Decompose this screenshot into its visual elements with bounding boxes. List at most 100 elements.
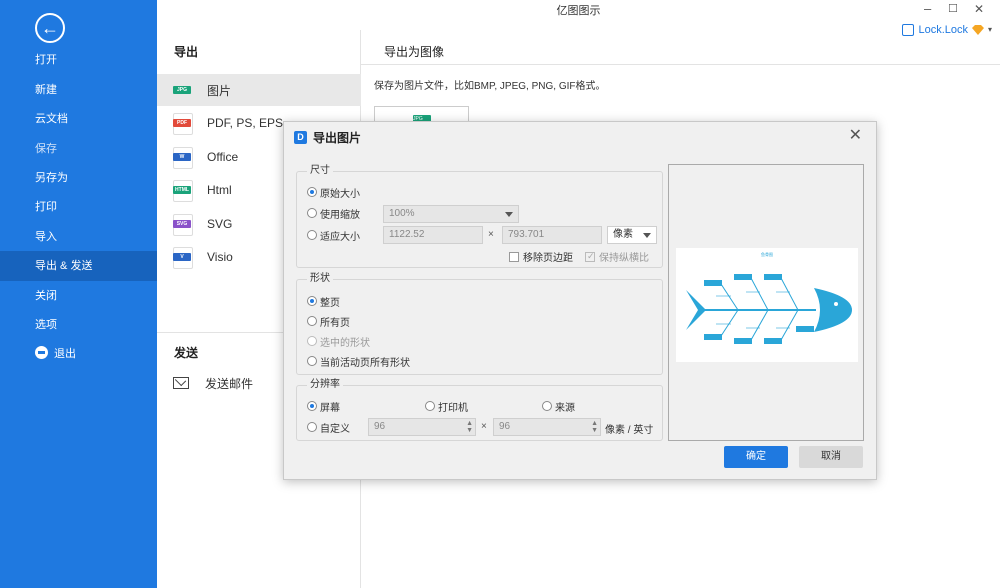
size-scale-label: 使用缩放 <box>320 209 360 221</box>
radio-all-pages[interactable] <box>307 316 317 326</box>
svg-file-icon: SVG <box>173 214 193 236</box>
exit-icon <box>35 346 48 359</box>
send-heading: 发送 <box>174 346 199 360</box>
chevron-down-icon <box>505 212 513 217</box>
unit-value: 像素 <box>613 229 633 240</box>
radio-fit[interactable] <box>307 230 317 240</box>
size-original-label: 原始大小 <box>320 188 360 200</box>
ok-button[interactable]: 确定 <box>724 446 788 468</box>
resolution-group-title: 分辨率 <box>307 379 343 391</box>
format-visio-label: Visio <box>207 250 233 264</box>
resolution-screen-option[interactable]: 屏幕 <box>307 398 340 414</box>
dpi-x-input[interactable]: 96 ▲ ▼ <box>368 418 476 436</box>
user-name: Lock.Lock <box>918 24 968 36</box>
dialog-close-button[interactable]: ✕ <box>849 128 862 144</box>
sidebar: ← 打开 新建 云文档 保存 另存为 打印 导入 导出 & 发送 关闭 选项 退… <box>0 0 157 588</box>
radio-scale[interactable] <box>307 208 317 218</box>
radio-screen[interactable] <box>307 401 317 411</box>
scale-select[interactable]: 100% <box>383 205 519 223</box>
sidebar-item-save[interactable]: 保存 <box>0 134 157 164</box>
radio-printer[interactable] <box>425 401 435 411</box>
resolution-custom-option[interactable]: 自定义 <box>307 419 350 435</box>
size-group-title: 尺寸 <box>307 165 333 177</box>
shape-group-title: 形状 <box>307 273 333 285</box>
dialog-titlebar: D 导出图片 <box>284 122 876 152</box>
current-page-shapes-label: 当前活动页所有形状 <box>320 357 410 369</box>
keep-ratio-option[interactable]: 保持纵横比 <box>585 249 649 264</box>
dialog-title: 导出图片 <box>313 130 362 145</box>
sidebar-item-options[interactable]: 选项 <box>0 310 157 340</box>
radio-current-page-shapes[interactable] <box>307 356 317 366</box>
fishbone-diagram-preview <box>686 274 852 344</box>
keep-ratio-label: 保持纵横比 <box>599 253 649 264</box>
html-file-icon: HTML <box>173 180 193 202</box>
sidebar-item-open[interactable]: 打开 <box>0 45 157 75</box>
maximize-button[interactable]: ☐ <box>948 0 958 18</box>
app-logo-icon: D <box>294 130 307 144</box>
size-fit-option[interactable]: 适应大小 <box>307 227 360 243</box>
all-pages-label: 所有页 <box>320 317 350 329</box>
format-pdf-label: PDF, PS, EPS <box>207 116 284 130</box>
user-icon <box>902 24 915 36</box>
printer-label: 打印机 <box>438 402 468 414</box>
size-times: × <box>488 229 494 240</box>
shape-all-pages-option[interactable]: 所有页 <box>307 313 350 329</box>
export-preview: 鱼骨图 <box>668 164 864 441</box>
vip-gem-icon <box>971 25 984 35</box>
sidebar-item-new[interactable]: 新建 <box>0 75 157 105</box>
export-image-dialog: D 导出图片 ✕ 尺寸 原始大小 使用缩放 100% 适应大小 1122.52 … <box>283 121 877 480</box>
user-menu[interactable]: Lock.Lock ▾ <box>902 22 992 38</box>
radio-custom[interactable] <box>307 422 317 432</box>
dpi-y-value: 96 <box>499 421 511 432</box>
sidebar-item-exit[interactable]: 退出 <box>0 339 157 369</box>
dpi-y-input[interactable]: 96 ▲ ▼ <box>493 418 601 436</box>
selected-shapes-label: 选中的形状 <box>320 337 370 349</box>
remove-margin-option[interactable]: 移除页边距 <box>509 249 573 264</box>
spinner-icon[interactable]: ▲ ▼ <box>591 420 598 434</box>
mail-icon <box>173 377 189 389</box>
size-scale-option[interactable]: 使用缩放 <box>307 205 360 221</box>
height-input[interactable]: 793.701 <box>502 226 602 244</box>
sidebar-item-cloud[interactable]: 云文档 <box>0 104 157 134</box>
export-heading: 导出 <box>174 45 199 59</box>
close-window-button[interactable]: ✕ <box>974 0 984 18</box>
size-original-option[interactable]: 原始大小 <box>307 184 360 200</box>
resolution-group: 分辨率 屏幕 打印机 来源 自定义 96 ▲ ▼ × 96 ▲ ▼ 像素 / 英寸 <box>296 379 663 441</box>
format-image-label: 图片 <box>207 83 232 98</box>
send-mail-label: 发送邮件 <box>205 376 254 391</box>
back-arrow-icon: ← <box>41 18 59 38</box>
cancel-button[interactable]: 取消 <box>799 446 863 468</box>
sidebar-item-print[interactable]: 打印 <box>0 192 157 222</box>
radio-selected-shapes[interactable] <box>307 336 317 346</box>
shape-selected-option[interactable]: 选中的形状 <box>307 333 370 349</box>
sidebar-item-import[interactable]: 导入 <box>0 222 157 252</box>
source-label: 来源 <box>555 402 575 414</box>
shape-whole-page-option[interactable]: 整页 <box>307 293 340 309</box>
sidebar-item-export-send[interactable]: 导出 & 发送 <box>0 251 157 281</box>
unit-select[interactable]: 像素 <box>607 226 657 244</box>
keep-ratio-checkbox[interactable] <box>585 251 595 262</box>
back-button[interactable]: ← <box>35 13 65 43</box>
resolution-printer-option[interactable]: 打印机 <box>425 398 468 414</box>
sidebar-item-close[interactable]: 关闭 <box>0 281 157 311</box>
size-group: 尺寸 原始大小 使用缩放 100% 适应大小 1122.52 × 793.701… <box>296 165 663 268</box>
scale-value: 100% <box>389 208 415 219</box>
sidebar-item-save-as[interactable]: 另存为 <box>0 163 157 193</box>
format-html-label: Html <box>207 183 232 197</box>
sidebar-item-exit-label: 退出 <box>54 348 76 360</box>
radio-whole-page[interactable] <box>307 296 317 306</box>
shape-group: 形状 整页 所有页 选中的形状 当前活动页所有形状 <box>296 273 663 375</box>
preview-diagram-title: 鱼骨图 <box>761 252 773 257</box>
chevron-down-icon: ▾ <box>987 25 992 34</box>
format-image[interactable]: JPG 图片 <box>157 74 361 106</box>
radio-source[interactable] <box>542 401 552 411</box>
resolution-source-option[interactable]: 来源 <box>542 398 575 414</box>
spinner-icon[interactable]: ▲ ▼ <box>466 420 473 434</box>
width-input[interactable]: 1122.52 <box>383 226 483 244</box>
remove-margin-checkbox[interactable] <box>509 251 519 262</box>
shape-current-page-option[interactable]: 当前活动页所有形状 <box>307 353 410 369</box>
remove-margin-label: 移除页边距 <box>523 253 573 264</box>
minimize-button[interactable]: – <box>924 0 931 18</box>
word-file-icon: W <box>173 147 193 169</box>
radio-original[interactable] <box>307 187 317 197</box>
